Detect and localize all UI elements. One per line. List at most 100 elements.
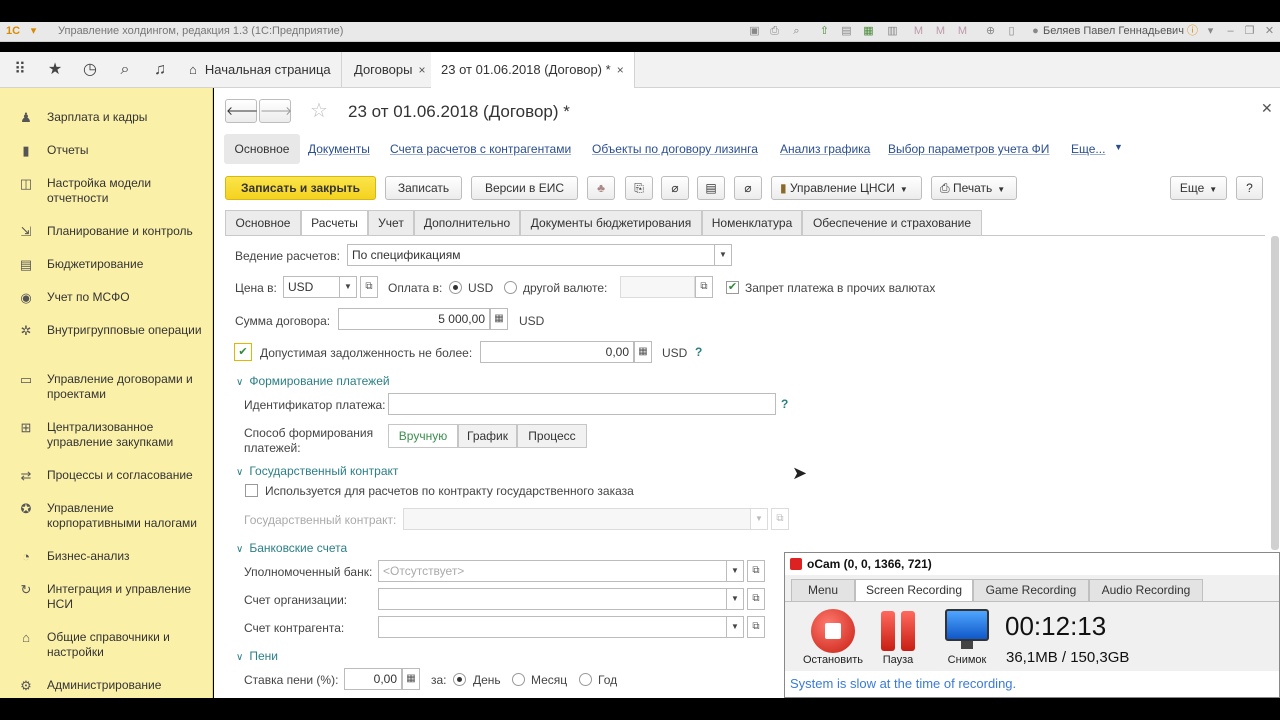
tab-budget-docs[interactable]: Документы бюджетирования — [520, 210, 702, 235]
gov-contract-checkbox[interactable] — [245, 484, 258, 497]
counterparty-account-field[interactable] — [378, 616, 727, 638]
ocam-tab-game-recording[interactable]: Game Recording — [973, 579, 1089, 601]
ocam-tab-menu[interactable]: Menu — [791, 579, 855, 601]
open-icon[interactable]: ⧉ — [771, 508, 789, 530]
group-bank-accounts-header[interactable]: ∨ Банковские счета — [236, 541, 347, 555]
gov-contract-field[interactable] — [403, 508, 751, 530]
org-account-field[interactable] — [378, 588, 727, 610]
payment-radio-usd[interactable] — [449, 281, 462, 294]
print-button[interactable]: ⎙ Печать ▼ — [931, 176, 1017, 200]
calendar-icon[interactable]: ▥ — [886, 25, 899, 38]
menu-dropdown-icon[interactable]: ▾ — [27, 25, 40, 38]
stop-record-icon[interactable] — [811, 609, 855, 653]
link-documents[interactable]: Документы — [308, 142, 370, 156]
calculator-icon[interactable]: ▦ — [490, 308, 508, 330]
eis-versions-button[interactable]: Версии в ЕИС — [471, 176, 578, 200]
authorized-bank-dropdown-icon[interactable]: ▼ — [726, 560, 744, 582]
more-actions-button[interactable]: Еще ▼ — [1170, 176, 1227, 200]
tab-settlements[interactable]: Расчеты — [301, 210, 368, 236]
tab-security[interactable]: Обеспечение и страхование — [802, 210, 982, 235]
tab-main[interactable]: Основное — [225, 210, 301, 235]
penalty-rate-field[interactable]: 0,00 — [344, 668, 402, 690]
ocam-tab-audio-recording[interactable]: Audio Recording — [1089, 579, 1203, 601]
gov-contract-dropdown-icon[interactable]: ▼ — [750, 508, 768, 530]
ocam-tab-screen-recording[interactable]: Screen Recording — [855, 579, 973, 601]
tab-contract-doc[interactable]: 23 от 01.06.2018 (Договор) * × — [431, 52, 635, 88]
save-icon[interactable]: ▣ — [748, 25, 761, 38]
back-button[interactable]: 🡐 — [225, 99, 258, 123]
calculator-icon[interactable]: ▦ — [402, 668, 420, 690]
counterparty-account-dropdown-icon[interactable]: ▼ — [726, 616, 744, 638]
pause-bar-left-icon[interactable] — [881, 611, 895, 651]
search-nav-icon[interactable]: ⌕ — [115, 60, 135, 80]
scrollbar-thumb[interactable] — [1271, 236, 1279, 550]
tab-additional[interactable]: Дополнительно — [414, 210, 520, 235]
calculator-icon[interactable]: ▦ — [862, 25, 875, 38]
memory-mplus-icon[interactable]: M — [934, 25, 947, 38]
settlement-select[interactable]: По спецификациям — [347, 244, 715, 266]
debt-limit-checkbox[interactable]: ✔ — [234, 343, 252, 361]
link-accounts[interactable]: Счета расчетов с контрагентами — [390, 142, 571, 156]
price-currency-dropdown-icon[interactable]: ▼ — [339, 276, 357, 298]
user-name[interactable]: Беляев Павел Геннадьевич — [1043, 25, 1184, 37]
authorized-bank-field[interactable]: <Отсутствует> — [378, 560, 727, 582]
minimize-icon[interactable]: – — [1224, 25, 1237, 38]
upload-icon[interactable]: ⇧ — [818, 25, 831, 38]
history-icon[interactable]: ◷ — [80, 60, 100, 80]
memory-m-icon[interactable]: M — [912, 25, 925, 38]
panel-icon[interactable]: ▯ — [1005, 25, 1018, 38]
structure-icon[interactable]: ♣ — [587, 176, 615, 200]
org-account-dropdown-icon[interactable]: ▼ — [726, 588, 744, 610]
pause-bar-right-icon[interactable] — [901, 611, 915, 651]
penalty-period-day-radio[interactable] — [453, 673, 466, 686]
tab-nomenclature[interactable]: Номенклатура — [702, 210, 802, 235]
zoom-icon[interactable]: ⊕ — [984, 25, 997, 38]
payment-id-field[interactable] — [388, 393, 776, 415]
settlement-dropdown-icon[interactable]: ▼ — [714, 244, 732, 266]
help-button[interactable]: ? — [1236, 176, 1263, 200]
help-question-icon[interactable]: ? — [695, 345, 702, 359]
help-question-icon[interactable]: ? — [781, 397, 788, 411]
attachment-icon[interactable]: ⌀ — [734, 176, 762, 200]
linked-docs-icon[interactable]: ⎘ — [625, 176, 653, 200]
open-icon[interactable]: ⧉ — [360, 276, 378, 298]
penalty-period-month-radio[interactable] — [512, 673, 525, 686]
link-fi-params[interactable]: Выбор параметров учета ФИ — [888, 142, 1049, 156]
calculator-icon[interactable]: ▦ — [634, 341, 652, 363]
save-button[interactable]: Записать — [385, 176, 462, 200]
close-window-icon[interactable]: ✕ — [1263, 25, 1276, 38]
more-dropdown-icon[interactable]: ▼ — [1114, 142, 1123, 152]
notifications-bell-icon[interactable]: ♫ — [150, 60, 170, 80]
snapshot-monitor-icon[interactable] — [945, 609, 989, 641]
attach-icon[interactable]: ⌀ — [661, 176, 689, 200]
document-icon[interactable]: ▤ — [840, 25, 853, 38]
other-currency-field[interactable] — [620, 276, 695, 298]
open-icon[interactable]: ⧉ — [747, 588, 765, 610]
report-icon[interactable]: ▤ — [697, 176, 725, 200]
memory-mminus-icon[interactable]: M — [956, 25, 969, 38]
payment-radio-other[interactable] — [504, 281, 517, 294]
contract-sum-field[interactable]: 5 000,00 — [338, 308, 490, 330]
print-icon[interactable]: ⎙ — [768, 25, 781, 38]
link-schedule-analysis[interactable]: Анализ графика — [780, 142, 870, 156]
restore-icon[interactable]: ❐ — [1243, 25, 1256, 38]
link-main[interactable]: Основное — [224, 134, 300, 164]
forward-button[interactable]: 🡒 — [259, 99, 292, 123]
penalty-period-year-radio[interactable] — [579, 673, 592, 686]
tab-accounting[interactable]: Учет — [368, 210, 414, 235]
tab-contracts[interactable]: Договоры × — [344, 52, 437, 88]
open-icon[interactable]: ⧉ — [747, 560, 765, 582]
link-leasing-objects[interactable]: Объекты по договору лизинга — [592, 142, 758, 156]
save-and-close-button[interactable]: Записать и закрыть — [225, 176, 376, 200]
search-icon[interactable]: ⌕ — [790, 25, 803, 38]
method-schedule-button[interactable]: График — [458, 424, 517, 448]
group-penalty-header[interactable]: ∨ Пени — [236, 649, 278, 663]
close-form-icon[interactable]: ✕ — [1261, 100, 1273, 117]
method-manual-button[interactable]: Вручную — [388, 424, 458, 448]
close-tab-icon[interactable]: × — [418, 63, 425, 77]
apps-grid-icon[interactable]: ⠿ — [10, 60, 30, 80]
group-gov-contract-header[interactable]: ∨ Государственный контракт — [236, 464, 398, 478]
favorite-star-icon[interactable]: ☆ — [310, 98, 328, 123]
info-dropdown-icon[interactable]: ▾ — [1204, 25, 1217, 38]
info-icon[interactable]: ⓘ — [1186, 25, 1199, 38]
